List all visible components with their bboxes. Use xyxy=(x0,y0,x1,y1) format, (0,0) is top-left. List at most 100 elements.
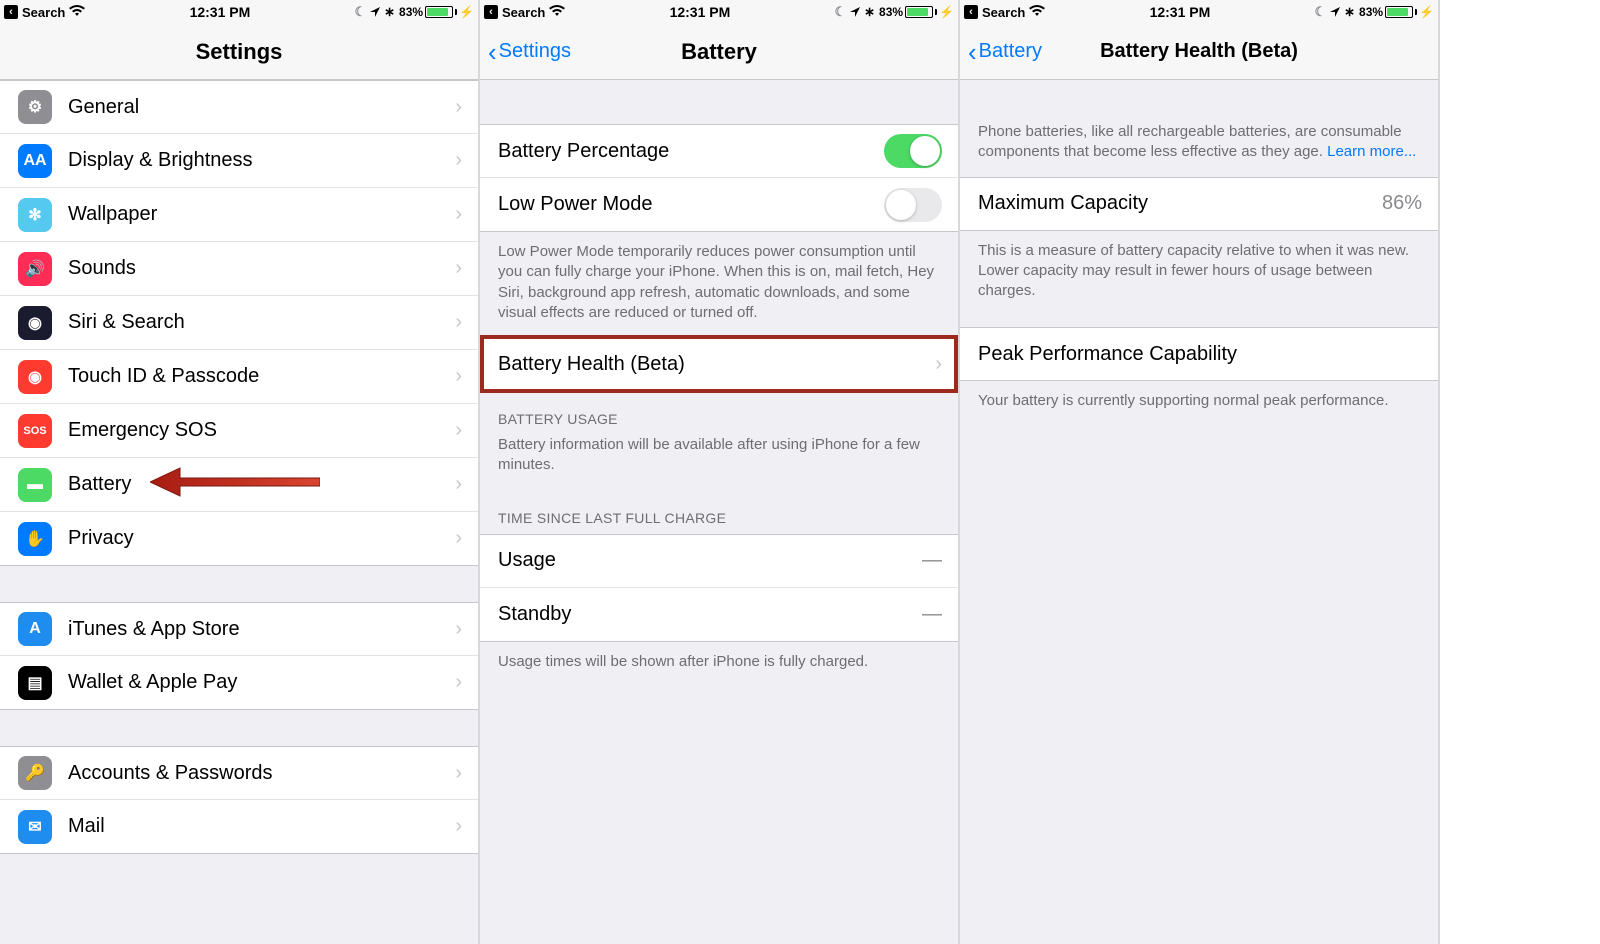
learn-more-link[interactable]: Learn more... xyxy=(1327,143,1416,160)
wallpaper-icon: ✻ xyxy=(18,198,52,232)
toggle-low-power-mode[interactable] xyxy=(884,188,942,222)
chevron-right-icon: › xyxy=(455,311,462,334)
row-label: iTunes & App Store xyxy=(68,618,455,641)
nav-bar: Settings xyxy=(0,24,478,80)
status-back-label[interactable]: Search xyxy=(982,5,1025,20)
moon-icon: ☾ xyxy=(834,4,846,20)
row-label: Touch ID & Passcode xyxy=(68,365,455,388)
status-bar: ‹ Search 12:31 PM ☾ ∗ 83% ⚡ xyxy=(480,0,958,24)
row-label: Accounts & Passwords xyxy=(68,762,455,785)
health-list[interactable]: Phone batteries, like all rechargeable b… xyxy=(960,80,1438,944)
chevron-right-icon: › xyxy=(455,257,462,280)
sos-icon: SOS xyxy=(18,414,52,448)
settings-row-itunes-app-store[interactable]: AiTunes & App Store› xyxy=(0,602,478,656)
moon-icon: ☾ xyxy=(354,4,366,20)
chevron-right-icon: › xyxy=(455,203,462,226)
status-back-icon[interactable]: ‹ xyxy=(484,5,498,19)
nav-back-button[interactable]: ‹ Settings xyxy=(488,24,571,79)
chevron-right-icon: › xyxy=(455,419,462,442)
battery-list[interactable]: Battery Percentage Low Power Mode Low Po… xyxy=(480,80,958,944)
settings-row-touch-id-passcode[interactable]: ◉ Touch ID & Passcode› xyxy=(0,350,478,404)
bluetooth-icon: ∗ xyxy=(864,4,875,20)
row-label: General xyxy=(68,96,455,119)
settings-row-general[interactable]: ⚙General› xyxy=(0,80,478,134)
row-label: Emergency SOS xyxy=(68,419,455,442)
battery-indicator: 83% ⚡ xyxy=(399,5,474,19)
row-battery-health[interactable]: Battery Health (Beta) › xyxy=(480,337,958,391)
settings-row-mail[interactable]: ✉Mail› xyxy=(0,800,478,854)
wifi-icon xyxy=(69,5,85,20)
bluetooth-icon: ∗ xyxy=(1344,4,1355,20)
time-header: TIME SINCE LAST FULL CHARGE xyxy=(480,490,958,534)
wifi-icon xyxy=(549,5,565,20)
row-label: Low Power Mode xyxy=(498,193,884,216)
chevron-right-icon: › xyxy=(455,618,462,641)
row-label: Battery xyxy=(68,473,455,496)
row-low-power-mode[interactable]: Low Power Mode xyxy=(480,178,958,232)
row-peak-performance: Peak Performance Capability xyxy=(960,327,1438,381)
row-label: Battery Health (Beta) xyxy=(498,353,935,376)
toggle-battery-percentage[interactable] xyxy=(884,134,942,168)
settings-row-battery[interactable]: ▬Battery› xyxy=(0,458,478,512)
status-back-icon[interactable]: ‹ xyxy=(964,5,978,19)
nav-bar: ‹ Battery Battery Health (Beta) xyxy=(960,24,1438,80)
chevron-right-icon: › xyxy=(455,671,462,694)
display-icon: AA xyxy=(18,144,52,178)
chevron-right-icon: › xyxy=(455,762,462,785)
charging-icon: ⚡ xyxy=(1419,5,1434,19)
location-icon xyxy=(1330,5,1340,20)
chevron-right-icon: › xyxy=(455,815,462,838)
mail-icon: ✉ xyxy=(18,810,52,844)
status-back-label[interactable]: Search xyxy=(502,5,545,20)
row-label: Wallpaper xyxy=(68,203,455,226)
row-max-capacity: Maximum Capacity 86% xyxy=(960,177,1438,231)
row-label: Sounds xyxy=(68,257,455,280)
row-label: Wallet & Apple Pay xyxy=(68,671,455,694)
touchid-icon: ◉ xyxy=(18,360,52,394)
capacity-value: 86% xyxy=(1382,192,1422,215)
nav-back-label: Settings xyxy=(499,40,571,63)
row-value: — xyxy=(922,603,942,626)
status-bar: ‹ Search 12:31 PM ☾ ∗ 83% ⚡ xyxy=(960,0,1438,24)
settings-row-wallpaper[interactable]: ✻ Wallpaper› xyxy=(0,188,478,242)
settings-row-display-brightness[interactable]: AADisplay & Brightness› xyxy=(0,134,478,188)
row-label: Battery Percentage xyxy=(498,140,884,163)
lpm-footer: Low Power Mode temporarily reduces power… xyxy=(480,232,958,337)
settings-row-accounts-passwords[interactable]: 🔑Accounts & Passwords› xyxy=(0,746,478,800)
chevron-left-icon: ‹ xyxy=(968,39,977,65)
chevron-right-icon: › xyxy=(455,527,462,550)
chevron-left-icon: ‹ xyxy=(488,39,497,65)
status-time: 12:31 PM xyxy=(1150,4,1211,20)
charging-icon: ⚡ xyxy=(459,5,474,19)
row-label: Peak Performance Capability xyxy=(978,343,1422,366)
capacity-footer: This is a measure of battery capacity re… xyxy=(960,231,1438,316)
screen-settings: ‹ Search 12:31 PM ☾ ∗ 83% ⚡ Settings ⚙Ge… xyxy=(0,0,480,944)
screen-battery: ‹ Search 12:31 PM ☾ ∗ 83% ⚡ ‹ Settings B… xyxy=(480,0,960,944)
row-label: Maximum Capacity xyxy=(978,192,1382,215)
chevron-right-icon: › xyxy=(455,365,462,388)
chevron-right-icon: › xyxy=(455,473,462,496)
peak-footer: Your battery is currently supporting nor… xyxy=(960,381,1438,425)
usage-footer: Battery information will be available af… xyxy=(480,435,958,490)
page-title: Battery Health (Beta) xyxy=(1100,40,1298,63)
row-label: Privacy xyxy=(68,527,455,550)
status-back-label[interactable]: Search xyxy=(22,5,65,20)
charging-icon: ⚡ xyxy=(939,5,954,19)
settings-row-sounds[interactable]: 🔊 Sounds› xyxy=(0,242,478,296)
settings-row-wallet-apple-pay[interactable]: ▤Wallet & Apple Pay› xyxy=(0,656,478,710)
settings-list[interactable]: ⚙General›AADisplay & Brightness› ✻ Wallpap… xyxy=(0,80,478,944)
page-title: Battery xyxy=(681,39,757,65)
status-back-icon[interactable]: ‹ xyxy=(4,5,18,19)
settings-row-privacy[interactable]: ✋ Privacy› xyxy=(0,512,478,566)
intro-text: Phone batteries, like all rechargeable b… xyxy=(960,80,1438,177)
row-battery-percentage[interactable]: Battery Percentage xyxy=(480,124,958,178)
status-bar: ‹ Search 12:31 PM ☾ ∗ 83% ⚡ xyxy=(0,0,478,24)
settings-row-siri-search[interactable]: ◉Siri & Search› xyxy=(0,296,478,350)
bluetooth-icon: ∗ xyxy=(384,4,395,20)
chevron-right-icon: › xyxy=(455,96,462,119)
nav-back-button[interactable]: ‹ Battery xyxy=(968,24,1042,79)
nav-bar: ‹ Settings Battery xyxy=(480,24,958,80)
sounds-icon: 🔊 xyxy=(18,252,52,286)
privacy-icon: ✋ xyxy=(18,522,52,556)
settings-row-emergency-sos[interactable]: SOS Emergency SOS› xyxy=(0,404,478,458)
